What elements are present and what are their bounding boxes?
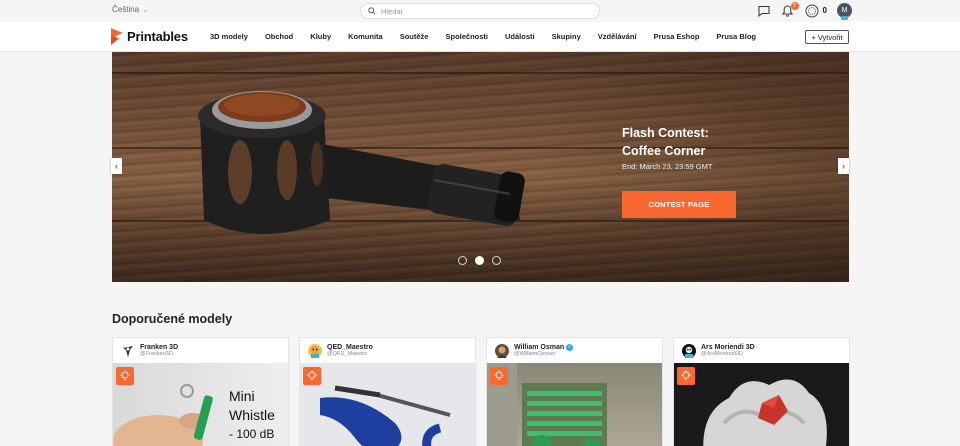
brand-name: Printables bbox=[127, 29, 188, 44]
notification-badge: 7 bbox=[790, 1, 799, 10]
nav-item-3d-models[interactable]: 3D modely bbox=[210, 32, 248, 41]
nav-item-store[interactable]: Obchod bbox=[265, 32, 293, 41]
verified-icon: ✓ bbox=[566, 344, 574, 351]
author-avatar bbox=[308, 343, 322, 358]
lightbulb-icon bbox=[677, 367, 695, 385]
chevron-down-icon: ⌄ bbox=[142, 6, 148, 14]
author-name: Ars Moriendi 3D bbox=[701, 344, 755, 351]
card-author-row[interactable]: William Osman ✓ @WilliamOsman bbox=[487, 338, 662, 363]
green-machine-photo bbox=[487, 363, 607, 446]
recommended-models-list: Franken 3D @Franken3D Mini Whistle - 100… bbox=[112, 337, 850, 446]
card-author-row[interactable]: Ars Moriendi 3D @ArsMoriendi3D bbox=[674, 338, 849, 363]
printables-logo[interactable]: Printables bbox=[111, 28, 188, 45]
dragon-dice-photo bbox=[703, 379, 827, 446]
whistle-caption-line-1: Mini bbox=[229, 388, 255, 404]
carousel-dot[interactable] bbox=[458, 256, 467, 265]
whistle-caption: Mini Whistle - 100 dB bbox=[229, 387, 275, 444]
author-name-text: William Osman bbox=[514, 344, 565, 351]
messages-icon[interactable] bbox=[757, 4, 771, 18]
author-handle: @ArsMoriendi3D bbox=[701, 351, 743, 357]
carousel-dots bbox=[458, 256, 501, 265]
author-name: William Osman ✓ bbox=[514, 344, 574, 351]
search-icon bbox=[368, 7, 376, 15]
plus-icon: + bbox=[811, 32, 816, 42]
hero-title-line-2: Coffee Corner bbox=[622, 144, 706, 158]
model-card[interactable]: Ars Moriendi 3D @ArsMoriendi3D bbox=[673, 337, 850, 446]
clip-tool-photo bbox=[320, 385, 451, 446]
coffee-holder-illustration bbox=[198, 91, 330, 234]
avatar-status-badge bbox=[841, 16, 848, 20]
carousel-next-button[interactable]: › bbox=[838, 158, 849, 174]
card-author-row[interactable]: QED_Maestro @QED_Maestro bbox=[300, 338, 475, 363]
author-avatar bbox=[495, 343, 509, 358]
nav-item-prusa-eshop[interactable]: Prusa Eshop bbox=[654, 32, 700, 41]
lightbulb-icon bbox=[116, 367, 134, 385]
model-card[interactable]: William Osman ✓ @WilliamOsman bbox=[486, 337, 663, 446]
author-name: QED_Maestro bbox=[327, 344, 373, 351]
model-thumbnail[interactable] bbox=[674, 363, 849, 446]
author-handle: @Franken3D bbox=[140, 351, 173, 357]
nav-item-clubs[interactable]: Kluby bbox=[310, 32, 331, 41]
model-thumbnail[interactable]: Mini Whistle - 100 dB bbox=[113, 363, 288, 446]
whistle-caption-line-3: - 100 dB bbox=[229, 427, 275, 441]
main-navigation: Printables 3D modely Obchod Kluby Komuni… bbox=[0, 22, 960, 52]
author-avatar bbox=[121, 344, 135, 358]
lightbulb-icon bbox=[303, 367, 321, 385]
chevron-left-icon: ‹ bbox=[115, 161, 118, 171]
prusameters-icon[interactable] bbox=[805, 4, 819, 18]
author-name: Franken 3D bbox=[140, 344, 179, 351]
chevron-right-icon: › bbox=[842, 161, 845, 171]
search-input[interactable]: Hledat bbox=[360, 3, 600, 19]
language-label: Čeština bbox=[112, 5, 140, 14]
top-utility-bar: Čeština ⌄ Hledat 7 0 M bbox=[0, 0, 960, 22]
nav-links: 3D modely Obchod Kluby Komunita Soutěže … bbox=[210, 32, 773, 41]
carousel-dot-active[interactable] bbox=[475, 256, 484, 265]
model-thumbnail[interactable] bbox=[300, 363, 475, 446]
search-placeholder: Hledat bbox=[381, 6, 403, 16]
printables-logo-icon bbox=[111, 28, 123, 45]
model-card[interactable]: QED_Maestro @QED_Maestro bbox=[299, 337, 476, 446]
hero-title-line-1: Flash Contest: bbox=[622, 126, 709, 140]
notifications-icon[interactable]: 7 bbox=[781, 1, 799, 18]
contest-page-button[interactable]: CONTEST PAGE bbox=[622, 191, 736, 218]
author-avatar bbox=[682, 343, 696, 358]
user-initial: M bbox=[841, 7, 848, 14]
nav-item-contests[interactable]: Soutěže bbox=[400, 32, 429, 41]
author-handle: @WilliamOsman bbox=[514, 351, 556, 357]
nav-item-education[interactable]: Vzdělávání bbox=[598, 32, 637, 41]
lightbulb-icon bbox=[490, 367, 508, 385]
create-button-label: Vytvořit bbox=[817, 32, 843, 42]
nav-item-community[interactable]: Komunita bbox=[348, 32, 383, 41]
create-button[interactable]: + Vytvořit bbox=[805, 30, 849, 44]
nav-item-events[interactable]: Události bbox=[505, 32, 535, 41]
hero-title: Flash Contest: Coffee Corner bbox=[622, 124, 709, 160]
coin-count: 0 bbox=[822, 6, 827, 15]
model-thumbnail[interactable] bbox=[487, 363, 662, 446]
card-author-row[interactable]: Franken 3D @Franken3D bbox=[113, 338, 288, 363]
author-handle: @QED_Maestro bbox=[327, 351, 368, 357]
carousel-prev-button[interactable]: ‹ bbox=[111, 158, 122, 174]
nav-item-prusa-blog[interactable]: Prusa Blog bbox=[716, 32, 756, 41]
language-selector[interactable]: Čeština ⌄ bbox=[112, 5, 148, 14]
carousel-dot[interactable] bbox=[492, 256, 501, 265]
nav-item-groups[interactable]: Skupiny bbox=[552, 32, 581, 41]
recommended-models-heading: Doporučené modely bbox=[112, 312, 233, 326]
portafilter-handle-illustration bbox=[317, 144, 525, 226]
user-avatar[interactable]: M bbox=[837, 3, 852, 20]
nav-item-companies[interactable]: Společnosti bbox=[445, 32, 488, 41]
hero-carousel: Flash Contest: Coffee Corner End: March … bbox=[112, 52, 849, 282]
model-card[interactable]: Franken 3D @Franken3D Mini Whistle - 100… bbox=[112, 337, 289, 446]
whistle-caption-line-2: Whistle bbox=[229, 407, 275, 423]
hero-end-date: End: March 23, 23:59 GMT bbox=[622, 162, 713, 171]
